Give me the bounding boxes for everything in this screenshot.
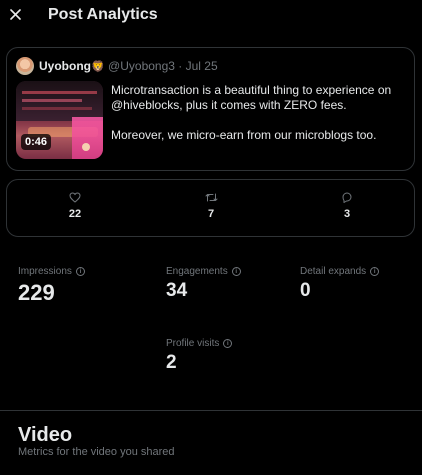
- video-duration-badge: 0:46: [21, 134, 52, 150]
- detail-expands-value: 0: [300, 280, 311, 301]
- engagements-metric: Engagements i 34: [166, 266, 241, 302]
- heart-icon: [69, 192, 81, 203]
- post-text-paragraph: Moreover, we micro-earn from our microbl…: [111, 128, 377, 142]
- impressions-value: 229: [18, 280, 55, 305]
- engagements-label: Engagements: [166, 266, 228, 277]
- thumbnail-art: [72, 117, 103, 159]
- profile-visits-value: 2: [166, 352, 177, 373]
- engagements-value: 34: [166, 280, 188, 301]
- profile-visits-metric: Profile visits i 2: [166, 338, 233, 374]
- replies-stat[interactable]: 3: [327, 192, 367, 220]
- page-title: Post Analytics: [48, 6, 158, 23]
- thumbnail-art: [22, 107, 92, 110]
- author-line: Uyobong🦁 @Uyobong3 · Jul 25: [39, 59, 218, 73]
- close-icon: [9, 8, 21, 20]
- engagement-bar: 22 7 3: [6, 179, 415, 237]
- thumbnail-art: [22, 91, 97, 94]
- profile-visits-label: Profile visits: [166, 338, 220, 349]
- detail-expands-label: Detail expands: [300, 266, 367, 277]
- author-handle[interactable]: @Uyobong3: [108, 59, 175, 73]
- metric-label: Profile visits i: [166, 338, 233, 349]
- likes-count: 22: [68, 208, 82, 220]
- meta-separator: ·: [178, 59, 183, 73]
- video-section-subtitle: Metrics for the video you shared: [18, 446, 175, 458]
- post-text-paragraph: Microtransaction is a beautiful thing to…: [111, 83, 392, 112]
- video-section-title: Video: [18, 424, 73, 446]
- metric-label: Engagements i: [166, 266, 241, 277]
- thumbnail-art: [82, 143, 90, 151]
- reposts-stat[interactable]: 7: [191, 192, 231, 220]
- info-icon[interactable]: i: [223, 339, 233, 348]
- repost-icon: [205, 193, 217, 202]
- section-divider: [0, 410, 422, 411]
- metric-label: Impressions i: [18, 266, 85, 277]
- likes-stat[interactable]: 22: [55, 192, 95, 220]
- info-icon[interactable]: i: [231, 267, 241, 276]
- header: Post Analytics: [0, 0, 422, 32]
- post-date[interactable]: Jul 25: [186, 59, 218, 73]
- impressions-metric: Impressions i 229: [18, 266, 85, 306]
- replies-count: 3: [343, 208, 351, 220]
- metric-label: Detail expands i: [300, 266, 380, 277]
- reposts-count: 7: [207, 208, 215, 220]
- reply-icon: [342, 192, 352, 203]
- info-icon[interactable]: i: [370, 267, 380, 276]
- info-icon[interactable]: i: [75, 267, 85, 276]
- detail-expands-metric: Detail expands i 0: [300, 266, 380, 302]
- post-text: Microtransaction is a beautiful thing to…: [111, 83, 407, 143]
- impressions-label: Impressions: [18, 266, 72, 277]
- author-name[interactable]: Uyobong: [39, 59, 91, 73]
- close-button[interactable]: [6, 5, 24, 23]
- post-card[interactable]: Uyobong🦁 @Uyobong3 · Jul 25 0:46 Microtr…: [6, 47, 415, 171]
- thumbnail-art: [22, 99, 82, 102]
- lion-emoji-icon: 🦁: [91, 61, 105, 73]
- avatar[interactable]: [16, 57, 34, 75]
